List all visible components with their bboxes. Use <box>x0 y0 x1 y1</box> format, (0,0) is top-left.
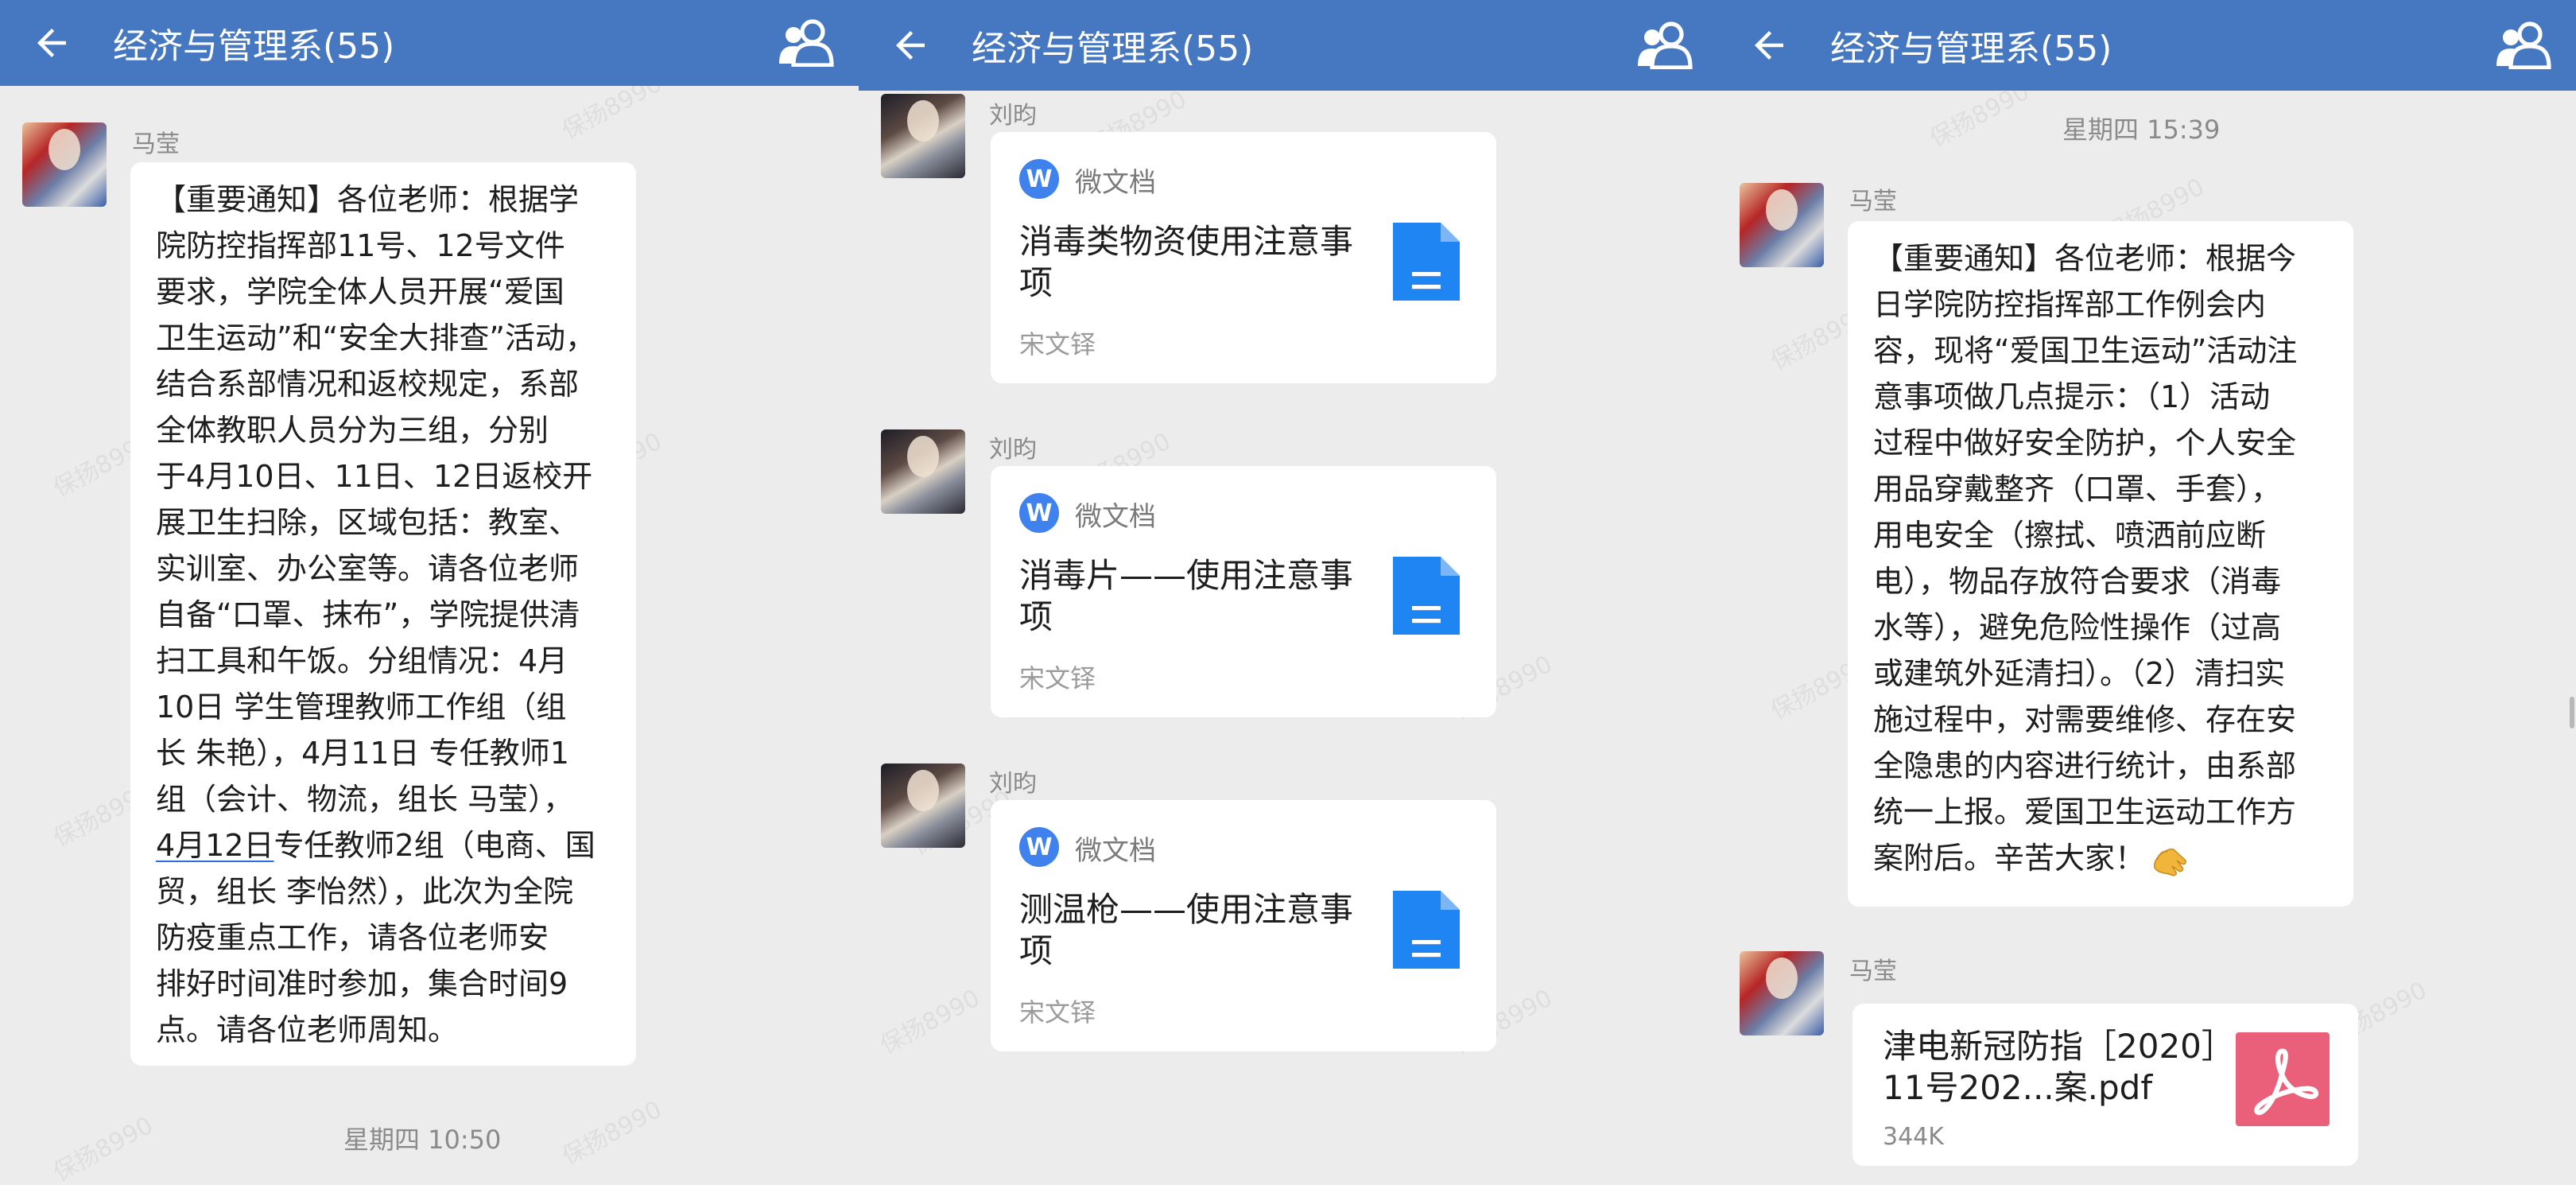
avatar[interactable] <box>881 429 965 514</box>
doc-source: 宋文铎 <box>1019 329 1096 359</box>
sender-name: 马莹 <box>132 130 180 158</box>
timestamp: 星期四 10:50 <box>343 1125 502 1155</box>
document-icon <box>1393 223 1460 301</box>
group-members-icon[interactable] <box>2493 21 2554 69</box>
doc-app-name: 微文档 <box>1075 835 1156 867</box>
avatar[interactable] <box>1740 951 1824 1035</box>
sender-name: 刘昀 <box>989 102 1037 130</box>
document-icon <box>1393 557 1460 635</box>
clap-hands-emoji <box>2153 848 2186 876</box>
sender-name: 马莹 <box>1849 958 1897 985</box>
doc-title: 消毒片——使用注意事项 <box>1019 556 1354 636</box>
chat-header: 经济与管理系(55) <box>1717 0 2576 91</box>
message-text: 【重要通知】各位老师：根据学 院防控指挥部11号、12号文件 要求，学院全体人员… <box>156 182 596 1047</box>
chat-panel-1: 保扬8990 保扬8990 保扬8990 保扬8990 保扬8990 保扬899… <box>0 0 859 1185</box>
back-arrow-icon[interactable] <box>30 21 73 64</box>
timestamp: 星期四 15:39 <box>2062 115 2221 145</box>
group-members-icon[interactable] <box>776 19 836 67</box>
sender-name: 马莹 <box>1849 188 1897 216</box>
message-text: 【重要通知】各位老师：根据今 日学院防控指挥部工作例会内 容，现将“爱国卫生运动… <box>1873 235 2336 881</box>
document-icon <box>1393 891 1460 969</box>
chat-title: 经济与管理系(55) <box>972 29 1254 69</box>
doc-card[interactable]: W 微文档 消毒类物资使用注意事项 宋文铎 <box>991 132 1496 383</box>
chat-title: 经济与管理系(55) <box>113 26 395 67</box>
watermark: 保扬8990 <box>48 1111 158 1185</box>
wedoc-logo-icon: W <box>1019 493 1059 533</box>
message-bubble[interactable]: 【重要通知】各位老师：根据今 日学院防控指挥部工作例会内 容，现将“爱国卫生运动… <box>1848 221 2353 907</box>
doc-card[interactable]: W 微文档 测温枪——使用注意事项 宋文铎 <box>991 800 1496 1051</box>
scrollbar-thumb[interactable] <box>2570 697 2574 728</box>
pdf-icon <box>2236 1032 2330 1126</box>
message-bubble[interactable]: 【重要通知】各位老师：根据学 院防控指挥部11号、12号文件 要求，学院全体人员… <box>130 162 636 1066</box>
doc-source: 宋文铎 <box>1019 997 1096 1028</box>
back-arrow-icon[interactable] <box>1748 24 1790 67</box>
avatar[interactable] <box>22 122 107 207</box>
doc-title: 消毒类物资使用注意事项 <box>1019 222 1354 302</box>
date-link[interactable]: 4月12日 <box>156 828 274 863</box>
chat-title: 经济与管理系(55) <box>1830 29 2112 69</box>
file-size: 344K <box>1883 1123 1944 1151</box>
doc-app-name: 微文档 <box>1075 167 1156 199</box>
back-arrow-icon[interactable] <box>889 24 932 67</box>
sender-name: 刘昀 <box>989 770 1037 798</box>
doc-source: 宋文铎 <box>1019 663 1096 694</box>
avatar[interactable] <box>881 763 965 848</box>
wedoc-logo-icon: W <box>1019 159 1059 199</box>
doc-title: 测温枪——使用注意事项 <box>1019 890 1354 970</box>
doc-card[interactable]: W 微文档 消毒片——使用注意事项 宋文铎 <box>991 466 1496 717</box>
watermark: 保扬8990 <box>557 1095 667 1171</box>
sender-name: 刘昀 <box>989 436 1037 464</box>
chat-header: 经济与管理系(55) <box>0 0 859 86</box>
wedoc-logo-icon: W <box>1019 827 1059 867</box>
doc-app-name: 微文档 <box>1075 501 1156 533</box>
avatar[interactable] <box>1740 183 1824 267</box>
pdf-file-card[interactable]: 津电新冠防指［2020］11号202...案.pdf 344K <box>1852 1004 2358 1166</box>
avatar[interactable] <box>881 94 965 178</box>
group-members-icon[interactable] <box>1635 21 1695 69</box>
watermark: 保扬8990 <box>875 984 985 1060</box>
file-name: 津电新冠防指［2020］11号202...案.pdf <box>1883 1027 2218 1107</box>
chat-header: 经济与管理系(55) <box>859 0 1717 91</box>
